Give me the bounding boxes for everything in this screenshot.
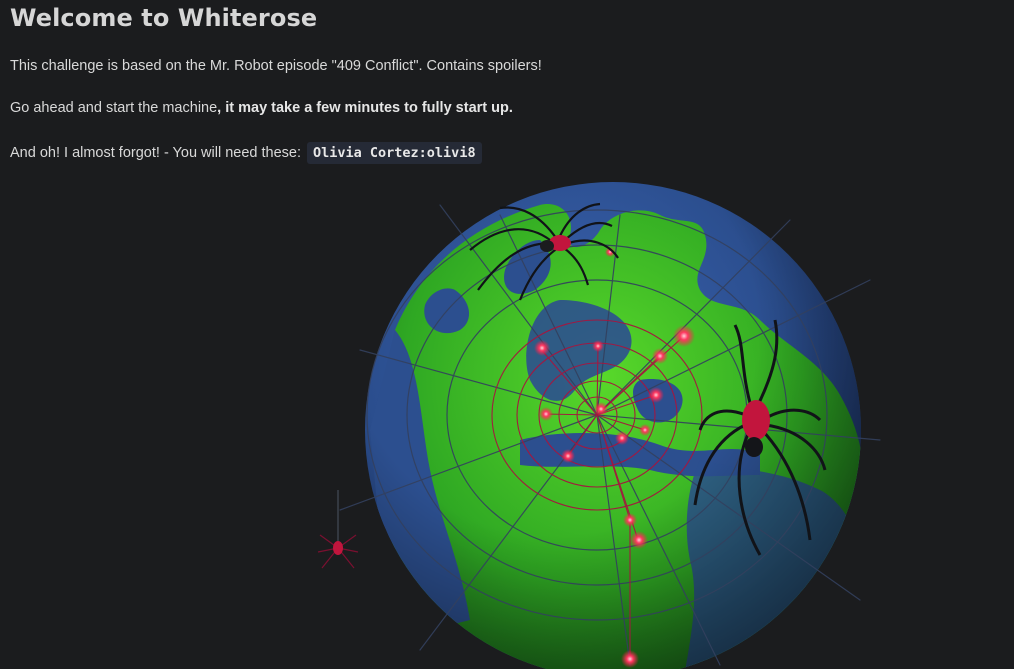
start-warning-bold: , it may take a few minutes to fully sta… [217,100,513,116]
spider-icon [469,202,619,301]
glowing-node-icon [648,387,664,403]
credentials-label: And oh! I almost forgot! - You will need… [10,145,301,161]
credentials-code[interactable]: Olivia Cortez:olivi8 [307,142,482,164]
intro-text: This challenge is based on the Mr. Robot… [10,58,542,74]
glowing-node-icon [621,650,639,668]
start-text: Go ahead and start the machine [10,100,218,116]
glowing-nodes [534,247,695,668]
page-title: Welcome to Whiterose [10,4,318,32]
glowing-node-icon [539,407,553,421]
start-machine-text: Go ahead and start the machine, it may t… [10,100,513,116]
globe-icon [365,182,861,669]
glowing-node-icon [623,513,637,527]
glowing-node-icon [534,340,550,356]
glowing-node-icon [630,531,648,549]
spider-icon [693,319,827,556]
spider-web-icon [339,204,881,666]
glowing-node-icon [592,340,604,352]
credentials-text: And oh! I almost forgot! - You will need… [10,142,482,164]
glowing-node-icon [639,424,651,436]
glowing-node-icon [594,402,608,416]
glowing-node-icon [561,449,575,463]
spider-icon [317,490,359,569]
glowing-node-icon [652,348,668,364]
glowing-node-icon [615,431,629,445]
glowing-node-icon [673,325,695,347]
glowing-node-icon [605,247,615,257]
